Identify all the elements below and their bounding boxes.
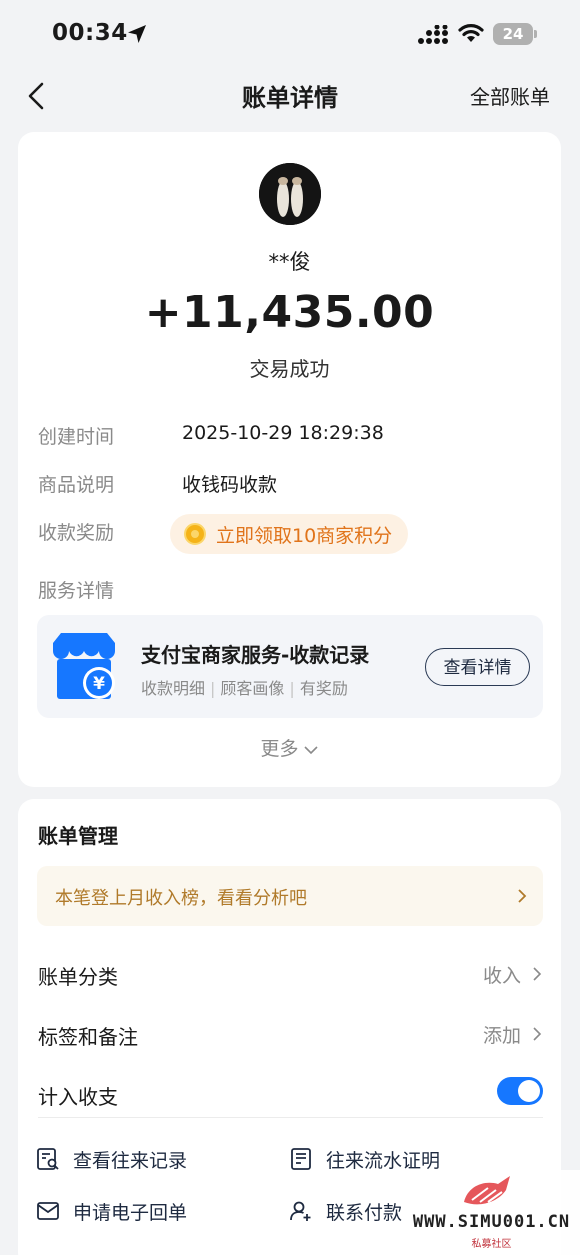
service-tag: 有奖励 [299, 679, 348, 698]
transaction-status: 交易成功 [249, 357, 330, 381]
watermark: WWW.SIMU001.CN 私募社区 [403, 1170, 580, 1255]
wifi-icon [458, 24, 484, 42]
more-label: 更多 [260, 738, 299, 760]
nav-bar: 账单详情 全部账单 [0, 66, 580, 126]
shop-icon: ¥ [53, 633, 115, 699]
amount: +11,435.00 [144, 287, 435, 338]
user-add-icon [290, 1201, 311, 1221]
view-history-action[interactable]: 查看往来记录 [36, 1142, 187, 1176]
cellular-signal-icon [418, 25, 448, 44]
created-time-value: 2025-10-29 18:29:38 [182, 422, 384, 444]
all-bills-link[interactable]: 全部账单 [470, 81, 550, 110]
battery-icon: 24 [493, 23, 537, 45]
document-search-icon [37, 1148, 59, 1170]
created-time-label: 创建时间 [38, 426, 115, 448]
claim-reward-button[interactable]: 立即领取10商家积分 [170, 514, 409, 554]
tags-notes-row[interactable]: 标签和备注 添加 [38, 1013, 543, 1053]
more-toggle[interactable]: 更多 [18, 734, 561, 761]
service-tag: 顾客画像 [220, 679, 285, 698]
coin-icon [184, 523, 206, 545]
item-description-value: 收钱码收款 [182, 474, 278, 496]
svg-text:¥: ¥ [93, 674, 105, 694]
view-details-button[interactable]: 查看详情 [425, 648, 530, 686]
watermark-logo-icon [464, 1176, 510, 1205]
payer-avatar [259, 163, 321, 225]
service-tags: 收款明细 | 顾客画像 | 有奖励 [141, 679, 348, 698]
service-title: 支付宝商家服务-收款记录 [141, 643, 370, 667]
transaction-proof-label: 往来流水证明 [326, 1149, 441, 1172]
contact-payer-action[interactable]: 联系付款 [289, 1194, 402, 1228]
service-details-label: 服务详情 [38, 580, 115, 602]
divider [38, 1117, 543, 1118]
bill-category-row[interactable]: 账单分类 收入 [38, 953, 543, 993]
watermark-subtext: 私募社区 [471, 1239, 512, 1250]
include-in-stats-label: 计入收支 [38, 1085, 118, 1109]
tags-notes-value: 添加 [482, 1025, 521, 1047]
reward-label: 收款奖励 [38, 522, 115, 544]
contact-payer-label: 联系付款 [326, 1201, 403, 1224]
tags-notes-label: 标签和备注 [38, 1025, 138, 1049]
chevron-right-icon [533, 1027, 542, 1041]
section-title: 账单管理 [38, 824, 118, 848]
status-time: 00:34 [52, 20, 128, 46]
view-history-label: 查看往来记录 [73, 1149, 188, 1172]
watermark-text: WWW.SIMU001.CN [412, 1212, 571, 1232]
chevron-right-icon [533, 967, 542, 981]
e-receipt-label: 申请电子回单 [73, 1201, 188, 1224]
location-arrow-icon [128, 25, 146, 43]
include-in-stats-toggle[interactable] [497, 1077, 543, 1105]
include-in-stats-row: 计入收支 [38, 1073, 543, 1113]
battery-level: 24 [493, 23, 533, 45]
claim-reward-label: 立即领取10商家积分 [216, 524, 393, 547]
chevron-right-icon [518, 889, 527, 903]
status-bar: 00:34 24 [0, 0, 580, 66]
e-receipt-action[interactable]: 申请电子回单 [36, 1194, 187, 1228]
item-description-label: 商品说明 [38, 474, 115, 496]
merchant-service-card[interactable]: ¥ 支付宝商家服务-收款记录 收款明细 | 顾客画像 | 有奖励 查看详情 [37, 615, 543, 718]
mail-icon [37, 1202, 59, 1220]
payer-name: **俊 [268, 250, 311, 274]
bill-category-label: 账单分类 [38, 965, 118, 989]
chevron-down-icon [303, 745, 318, 754]
service-tag: 收款明细 [141, 679, 206, 698]
certificate-icon [291, 1148, 311, 1170]
bill-category-value: 收入 [482, 965, 521, 987]
income-ranking-banner[interactable]: 本笔登上月收入榜，看看分析吧 [37, 866, 543, 926]
transaction-card: **俊 +11,435.00 交易成功 创建时间 2025-10-29 18:2… [18, 132, 561, 787]
banner-text: 本笔登上月收入榜，看看分析吧 [55, 888, 307, 909]
